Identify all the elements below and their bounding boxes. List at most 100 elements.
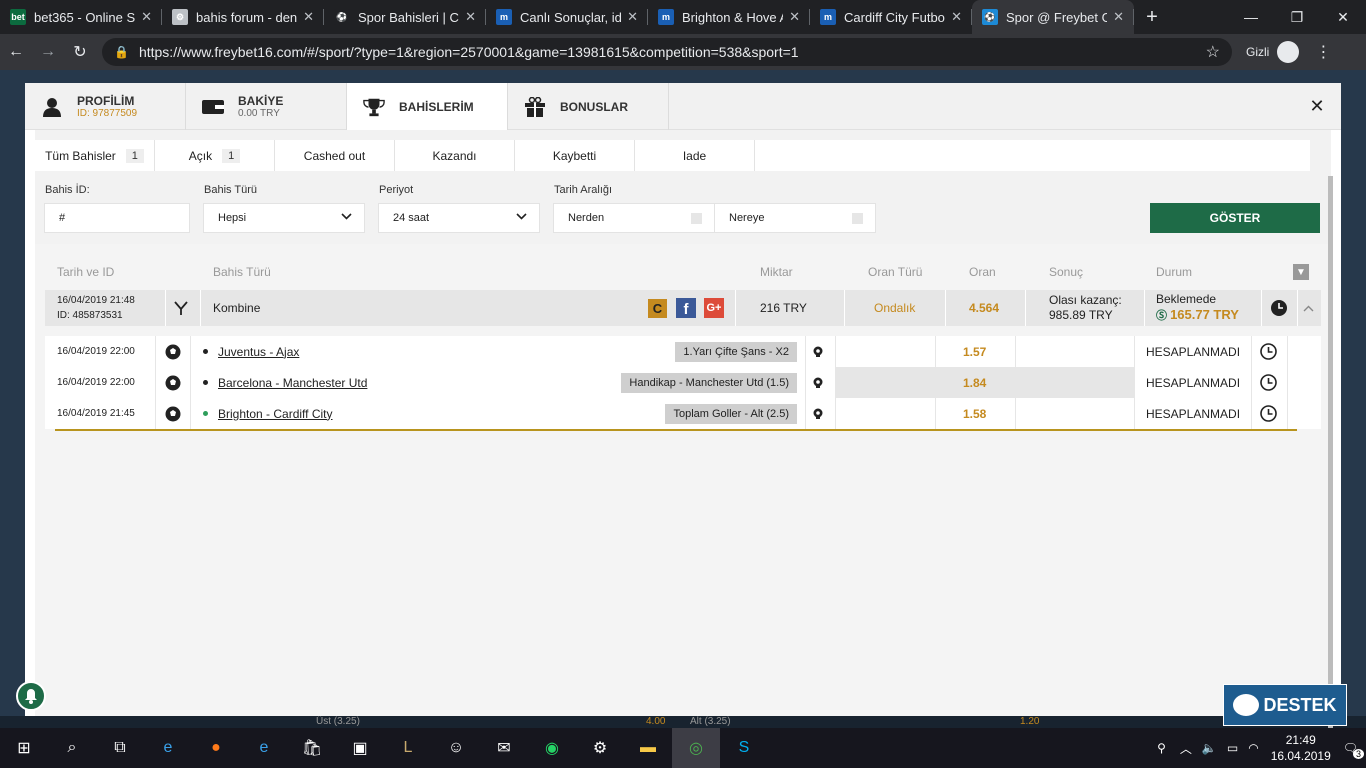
favicon-icon: m xyxy=(820,9,836,25)
reload-icon[interactable]: ↻ xyxy=(64,34,96,70)
forward-icon[interactable]: → xyxy=(32,34,64,70)
match-link[interactable]: Barcelona - Manchester Utd xyxy=(218,367,367,398)
filter-tab[interactable]: Kaybetti xyxy=(515,140,635,171)
browser-tab-strip: bet bet365 - Online Sp ✕ ⚙ bahis forum - den… xyxy=(0,0,1366,34)
browser-menu-icon[interactable]: ⋮ xyxy=(1315,42,1331,62)
address-bar: ← → ↻ 🔒 https://www.freybet16.com/#/spor… xyxy=(0,34,1366,70)
firefox-icon[interactable]: ● xyxy=(192,728,240,768)
cashout-icon[interactable]: C xyxy=(648,290,667,326)
mail-icon[interactable]: ✉ xyxy=(480,728,528,768)
tray-chevron-icon[interactable]: ︿ xyxy=(1180,740,1192,757)
close-tab-icon[interactable]: ✕ xyxy=(141,9,152,25)
close-tab-icon[interactable]: ✕ xyxy=(789,9,800,25)
facebook-share-icon[interactable]: f xyxy=(676,290,696,326)
url-field[interactable]: 🔒 https://www.freybet16.com/#/sport/?typ… xyxy=(102,38,1232,66)
user-icon xyxy=(41,97,63,117)
close-tab-icon[interactable]: ✕ xyxy=(1113,9,1124,25)
tab-my-bets[interactable]: BAHİSLERİM xyxy=(347,83,508,130)
calendar-icon[interactable] xyxy=(691,213,702,224)
bet-id-input[interactable]: # xyxy=(44,203,190,233)
back-icon[interactable]: ← xyxy=(0,34,32,70)
close-icon[interactable]: ✕ xyxy=(1293,83,1341,129)
ie-icon[interactable]: e xyxy=(144,728,192,768)
tab-balance[interactable]: BAKİYE 0.00 TRY xyxy=(186,83,347,130)
action-center-icon[interactable]: 🗨 3 xyxy=(1343,741,1364,759)
filter-tab[interactable]: Cashed out xyxy=(275,140,395,171)
browser-tab[interactable]: m Canlı Sonuçlar, idd ✕ xyxy=(486,0,648,34)
event-status: HESAPLANMADI xyxy=(1146,375,1241,390)
calendar-icon[interactable] xyxy=(852,213,863,224)
browser-tab[interactable]: ⚽ Spor Bahisleri | Ca ✕ xyxy=(324,0,486,34)
browser-tab[interactable]: ⚙ bahis forum - den ✕ xyxy=(162,0,324,34)
show-button[interactable]: GÖSTER xyxy=(1150,203,1320,233)
skype-icon[interactable]: S xyxy=(720,728,768,768)
tab-my-bets-title: BAHİSLERİM xyxy=(399,99,474,114)
close-tab-icon[interactable]: ✕ xyxy=(951,9,962,25)
event-odds: 1.57 xyxy=(963,344,987,359)
browser-tab[interactable]: ⚽ Spor @ Freybet Gü ✕ xyxy=(972,0,1134,34)
filter-tab[interactable]: Tüm Bahisler 1 xyxy=(35,140,155,171)
windows-start-icon[interactable]: ⊞ xyxy=(0,728,48,768)
whatsapp-icon[interactable]: ◉ xyxy=(528,728,576,768)
browser-tab[interactable]: bet bet365 - Online Sp ✕ xyxy=(0,0,162,34)
steam-icon[interactable]: ⚙ xyxy=(576,728,624,768)
browser-tab[interactable]: m Brighton & Hove A ✕ xyxy=(648,0,810,34)
period-select[interactable]: 24 saat xyxy=(378,203,540,233)
restore-icon[interactable]: ❐ xyxy=(1274,0,1320,34)
new-tab-button[interactable]: + xyxy=(1134,0,1170,34)
clock[interactable]: 21:49 16.04.2019 xyxy=(1271,732,1331,764)
search-icon[interactable]: ⌕ xyxy=(48,728,96,768)
tab-balance-title: BAKİYE xyxy=(238,94,284,108)
match-link[interactable]: Brighton - Cardiff City xyxy=(218,398,333,429)
edge-icon[interactable]: e xyxy=(240,728,288,768)
close-window-icon[interactable]: ✕ xyxy=(1320,0,1366,34)
file-explorer-icon[interactable]: ▬ xyxy=(624,728,672,768)
cashout-value[interactable]: 165.77 TRY xyxy=(1170,307,1239,322)
notification-bell-icon[interactable] xyxy=(16,681,46,711)
clock-icon xyxy=(1260,336,1277,367)
bet-type: Kombine xyxy=(213,301,261,315)
match-link[interactable]: Juventus - Ajax xyxy=(218,336,299,367)
chrome-icon[interactable]: ◎ xyxy=(672,728,720,768)
incognito-icon[interactable] xyxy=(1277,41,1300,63)
collapse-all-icon[interactable]: ▼ xyxy=(1293,264,1309,280)
game-icon[interactable]: ☺ xyxy=(432,728,480,768)
league-icon[interactable]: L xyxy=(384,728,432,768)
chevron-up-icon[interactable] xyxy=(1303,290,1314,326)
event-row[interactable]: 16/04/2019 22:00 Juventus - Ajax 1.Yarı Çi… xyxy=(45,336,1321,367)
date-to-input[interactable]: Nereye xyxy=(714,203,876,233)
minimize-icon[interactable]: — xyxy=(1228,0,1274,34)
window-controls: — ❐ ✕ xyxy=(1228,0,1366,34)
task-view-icon[interactable]: ⧉ xyxy=(96,728,144,768)
filter-tab[interactable]: Iade xyxy=(635,140,755,171)
filter-tab[interactable]: Açık 1 xyxy=(155,140,275,171)
bet-status-tabs: Tüm Bahisler 1 Açık 1 Cashed out Kazandı Kaybe… xyxy=(35,140,1310,171)
bet-type-select[interactable]: Hepsi xyxy=(203,203,365,233)
close-tab-icon[interactable]: ✕ xyxy=(465,9,476,25)
close-tab-icon[interactable]: ✕ xyxy=(627,9,638,25)
close-tab-icon[interactable]: ✕ xyxy=(303,9,314,25)
market-badge: Toplam Goller - Alt (2.5) xyxy=(665,403,797,424)
filter-tab-count: 1 xyxy=(222,148,241,163)
site-bottom-strip: Üst (3.25) 4.00 Alt (3.25) 1.20 xyxy=(0,716,1366,728)
remote-desktop-icon[interactable]: ▣ xyxy=(336,728,384,768)
people-icon[interactable]: ⚲ xyxy=(1157,741,1166,755)
tab-profile[interactable]: PROFİLİM ID: 97877509 xyxy=(25,83,186,130)
bet-status: Beklemede xyxy=(1156,292,1217,306)
modal-scrollbar[interactable] xyxy=(1328,176,1333,761)
support-button[interactable]: DESTEK xyxy=(1223,684,1347,726)
browser-tab[interactable]: m Cardiff City Futbol ✕ xyxy=(810,0,972,34)
store-icon[interactable]: 🛍 xyxy=(288,728,336,768)
tab-bonuses[interactable]: BONUSLAR xyxy=(508,83,669,130)
filter-tab[interactable]: Kazandı xyxy=(395,140,515,171)
possible-win-value: 985.89 TRY xyxy=(1049,308,1113,322)
bookmark-star-icon[interactable]: ☆ xyxy=(1206,42,1220,62)
date-from-input[interactable]: Nerden xyxy=(553,203,715,233)
bet-row[interactable]: 16/04/2019 21:48 ID: 485873531 Kombine C… xyxy=(45,290,1321,326)
google-plus-share-icon[interactable]: G+ xyxy=(704,290,724,326)
battery-icon[interactable]: ▭ xyxy=(1227,741,1238,755)
wifi-icon[interactable]: ◠ xyxy=(1248,741,1258,755)
volume-icon[interactable]: 🔈 xyxy=(1202,741,1217,755)
event-row[interactable]: 16/04/2019 21:45 Brighton - Cardiff City T… xyxy=(45,398,1321,429)
event-row[interactable]: 16/04/2019 22:00 Barcelona - Manchester U… xyxy=(45,367,1321,398)
